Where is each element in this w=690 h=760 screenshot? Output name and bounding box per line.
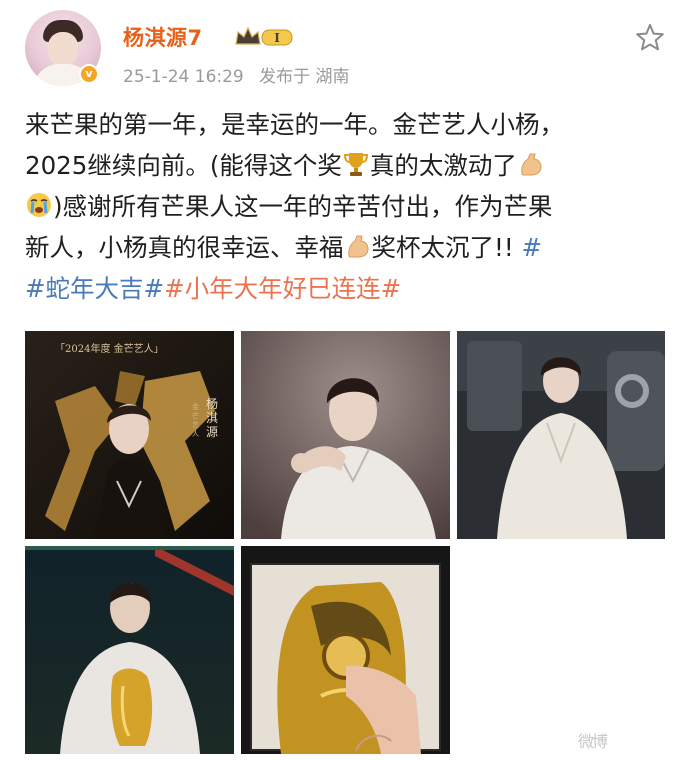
post-meta: 25-1-24 16:29 发布于 湖南 xyxy=(123,62,360,87)
trophy-closeup-art xyxy=(241,546,450,754)
gallery-image-2[interactable] xyxy=(241,331,450,539)
post-text-line: 奖杯太沉了!! xyxy=(371,233,514,262)
favorite-star-icon[interactable] xyxy=(634,22,666,54)
stage-photo-art xyxy=(25,546,234,754)
poster-banner: 「2024年度 金芒艺人」 xyxy=(55,344,164,355)
flexed-biceps-emoji-icon xyxy=(347,235,369,258)
post-text-line: 2025继续向前。(能得这个奖 xyxy=(25,151,342,180)
hashtag-link[interactable]: #蛇年大吉# xyxy=(25,274,164,303)
crying-face-emoji-icon xyxy=(27,193,51,217)
post-date: 25-1-24 16:29 xyxy=(123,67,244,87)
poster-art xyxy=(25,331,234,539)
vip-crown-icon: I xyxy=(235,26,293,46)
vip-level: I xyxy=(274,31,280,45)
username[interactable]: 杨淇源7 xyxy=(123,22,203,52)
post-text-line: )感谢所有芒果人这一年的辛苦付出，作为芒果 xyxy=(53,192,553,221)
hashtag-link[interactable]: #小年大年好巳连连# xyxy=(164,274,401,303)
gallery-image-1[interactable]: 「2024年度 金芒艺人」 杨淇源 金芒艺人 xyxy=(25,331,234,539)
post-location: 发布于 湖南 xyxy=(259,67,350,87)
post-content: 来芒果的第一年，是幸运的一年。金芒艺人小杨， 2025继续向前。(能得这个奖 真的… xyxy=(25,104,670,309)
trophy-emoji-icon xyxy=(343,153,368,176)
avatar-face xyxy=(48,32,78,66)
post-text-line: 新人，小杨真的很幸运、幸福 xyxy=(25,233,344,262)
poster-name: 杨淇源 xyxy=(206,397,219,439)
watermark: 微博 xyxy=(578,732,608,751)
suit-photo-art xyxy=(457,331,665,539)
gallery-image-3[interactable] xyxy=(457,331,665,539)
portrait-art xyxy=(241,331,450,539)
gallery-image-4[interactable] xyxy=(25,546,234,754)
post-text-line: 真的太激动了 xyxy=(369,151,517,180)
verified-badge: v xyxy=(79,64,99,84)
gallery-image-5[interactable] xyxy=(241,546,450,754)
flexed-biceps-emoji-icon xyxy=(521,153,542,176)
poster-subtitle: 金芒艺人 xyxy=(192,403,199,438)
post-text-line: 来芒果的第一年，是幸运的一年。金芒艺人小杨， xyxy=(25,110,564,139)
hash-mark: # xyxy=(521,233,542,262)
